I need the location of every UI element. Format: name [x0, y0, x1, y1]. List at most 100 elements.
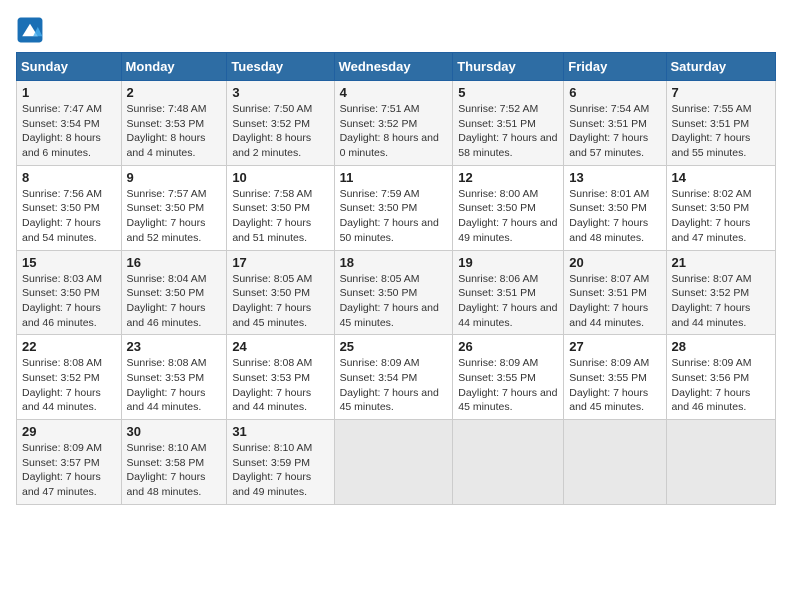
daylight-label: Daylight: 8 hours and 0 minutes.	[340, 132, 439, 159]
sunrise-label: Sunrise: 7:51 AM	[340, 103, 420, 115]
sunset-label: Sunset: 3:55 PM	[458, 372, 536, 384]
day-number: 5	[458, 85, 558, 100]
day-cell: 23 Sunrise: 8:08 AM Sunset: 3:53 PM Dayl…	[121, 335, 227, 420]
day-cell: 7 Sunrise: 7:55 AM Sunset: 3:51 PM Dayli…	[666, 81, 775, 166]
sunrise-label: Sunrise: 7:59 AM	[340, 188, 420, 200]
day-number: 17	[232, 255, 328, 270]
day-number: 18	[340, 255, 448, 270]
daylight-label: Daylight: 7 hours and 54 minutes.	[22, 217, 101, 244]
sunset-label: Sunset: 3:50 PM	[672, 202, 750, 214]
day-info: Sunrise: 7:47 AM Sunset: 3:54 PM Dayligh…	[22, 102, 116, 161]
day-info: Sunrise: 8:05 AM Sunset: 3:50 PM Dayligh…	[340, 272, 448, 331]
day-number: 13	[569, 170, 660, 185]
day-cell: 10 Sunrise: 7:58 AM Sunset: 3:50 PM Dayl…	[227, 165, 334, 250]
sunrise-label: Sunrise: 7:55 AM	[672, 103, 752, 115]
day-info: Sunrise: 8:03 AM Sunset: 3:50 PM Dayligh…	[22, 272, 116, 331]
sunset-label: Sunset: 3:50 PM	[22, 202, 100, 214]
day-number: 22	[22, 339, 116, 354]
day-number: 1	[22, 85, 116, 100]
day-info: Sunrise: 8:05 AM Sunset: 3:50 PM Dayligh…	[232, 272, 328, 331]
daylight-label: Daylight: 7 hours and 55 minutes.	[672, 132, 751, 159]
sunrise-label: Sunrise: 8:00 AM	[458, 188, 538, 200]
day-cell	[666, 420, 775, 505]
sunset-label: Sunset: 3:52 PM	[22, 372, 100, 384]
day-cell: 4 Sunrise: 7:51 AM Sunset: 3:52 PM Dayli…	[334, 81, 453, 166]
day-cell	[564, 420, 666, 505]
sunset-label: Sunset: 3:52 PM	[340, 118, 418, 130]
day-info: Sunrise: 8:08 AM Sunset: 3:53 PM Dayligh…	[127, 356, 222, 415]
daylight-label: Daylight: 7 hours and 45 minutes.	[340, 302, 439, 329]
sunrise-label: Sunrise: 8:09 AM	[672, 357, 752, 369]
day-cell	[453, 420, 564, 505]
col-header-monday: Monday	[121, 53, 227, 81]
col-header-thursday: Thursday	[453, 53, 564, 81]
day-cell	[334, 420, 453, 505]
day-info: Sunrise: 7:58 AM Sunset: 3:50 PM Dayligh…	[232, 187, 328, 246]
daylight-label: Daylight: 7 hours and 52 minutes.	[127, 217, 206, 244]
daylight-label: Daylight: 7 hours and 45 minutes.	[458, 387, 557, 414]
day-cell: 24 Sunrise: 8:08 AM Sunset: 3:53 PM Dayl…	[227, 335, 334, 420]
logo-icon	[16, 16, 44, 44]
daylight-label: Daylight: 7 hours and 47 minutes.	[672, 217, 751, 244]
day-number: 10	[232, 170, 328, 185]
daylight-label: Daylight: 7 hours and 57 minutes.	[569, 132, 648, 159]
sunset-label: Sunset: 3:50 PM	[340, 202, 418, 214]
sunset-label: Sunset: 3:55 PM	[569, 372, 647, 384]
week-row-5: 29 Sunrise: 8:09 AM Sunset: 3:57 PM Dayl…	[17, 420, 776, 505]
day-info: Sunrise: 8:09 AM Sunset: 3:55 PM Dayligh…	[569, 356, 660, 415]
sunrise-label: Sunrise: 8:09 AM	[569, 357, 649, 369]
daylight-label: Daylight: 7 hours and 48 minutes.	[127, 471, 206, 498]
day-cell: 26 Sunrise: 8:09 AM Sunset: 3:55 PM Dayl…	[453, 335, 564, 420]
day-number: 11	[340, 170, 448, 185]
day-number: 20	[569, 255, 660, 270]
sunrise-label: Sunrise: 8:09 AM	[22, 442, 102, 454]
daylight-label: Daylight: 7 hours and 58 minutes.	[458, 132, 557, 159]
day-info: Sunrise: 8:07 AM Sunset: 3:51 PM Dayligh…	[569, 272, 660, 331]
day-number: 24	[232, 339, 328, 354]
day-cell: 27 Sunrise: 8:09 AM Sunset: 3:55 PM Dayl…	[564, 335, 666, 420]
day-info: Sunrise: 7:50 AM Sunset: 3:52 PM Dayligh…	[232, 102, 328, 161]
daylight-label: Daylight: 7 hours and 49 minutes.	[458, 217, 557, 244]
sunset-label: Sunset: 3:54 PM	[340, 372, 418, 384]
day-info: Sunrise: 8:06 AM Sunset: 3:51 PM Dayligh…	[458, 272, 558, 331]
day-number: 6	[569, 85, 660, 100]
sunrise-label: Sunrise: 8:07 AM	[569, 273, 649, 285]
daylight-label: Daylight: 8 hours and 6 minutes.	[22, 132, 101, 159]
calendar-table: SundayMondayTuesdayWednesdayThursdayFrid…	[16, 52, 776, 505]
sunset-label: Sunset: 3:51 PM	[569, 287, 647, 299]
day-number: 8	[22, 170, 116, 185]
sunrise-label: Sunrise: 7:56 AM	[22, 188, 102, 200]
day-number: 26	[458, 339, 558, 354]
day-number: 14	[672, 170, 770, 185]
day-number: 27	[569, 339, 660, 354]
day-cell: 17 Sunrise: 8:05 AM Sunset: 3:50 PM Dayl…	[227, 250, 334, 335]
sunset-label: Sunset: 3:54 PM	[22, 118, 100, 130]
sunset-label: Sunset: 3:50 PM	[232, 202, 310, 214]
col-header-tuesday: Tuesday	[227, 53, 334, 81]
daylight-label: Daylight: 7 hours and 47 minutes.	[22, 471, 101, 498]
header	[16, 16, 776, 44]
daylight-label: Daylight: 7 hours and 44 minutes.	[672, 302, 751, 329]
day-info: Sunrise: 8:10 AM Sunset: 3:58 PM Dayligh…	[127, 441, 222, 500]
day-cell: 6 Sunrise: 7:54 AM Sunset: 3:51 PM Dayli…	[564, 81, 666, 166]
day-info: Sunrise: 8:09 AM Sunset: 3:54 PM Dayligh…	[340, 356, 448, 415]
sunrise-label: Sunrise: 7:52 AM	[458, 103, 538, 115]
col-header-friday: Friday	[564, 53, 666, 81]
daylight-label: Daylight: 7 hours and 45 minutes.	[340, 387, 439, 414]
day-number: 16	[127, 255, 222, 270]
day-cell: 25 Sunrise: 8:09 AM Sunset: 3:54 PM Dayl…	[334, 335, 453, 420]
daylight-label: Daylight: 7 hours and 44 minutes.	[458, 302, 557, 329]
daylight-label: Daylight: 7 hours and 44 minutes.	[127, 387, 206, 414]
sunrise-label: Sunrise: 8:02 AM	[672, 188, 752, 200]
daylight-label: Daylight: 8 hours and 4 minutes.	[127, 132, 206, 159]
sunrise-label: Sunrise: 8:09 AM	[458, 357, 538, 369]
daylight-label: Daylight: 7 hours and 44 minutes.	[232, 387, 311, 414]
day-number: 12	[458, 170, 558, 185]
day-info: Sunrise: 8:09 AM Sunset: 3:56 PM Dayligh…	[672, 356, 770, 415]
sunset-label: Sunset: 3:51 PM	[672, 118, 750, 130]
sunrise-label: Sunrise: 8:03 AM	[22, 273, 102, 285]
day-info: Sunrise: 8:08 AM Sunset: 3:52 PM Dayligh…	[22, 356, 116, 415]
day-number: 9	[127, 170, 222, 185]
sunset-label: Sunset: 3:50 PM	[127, 202, 205, 214]
day-cell: 11 Sunrise: 7:59 AM Sunset: 3:50 PM Dayl…	[334, 165, 453, 250]
